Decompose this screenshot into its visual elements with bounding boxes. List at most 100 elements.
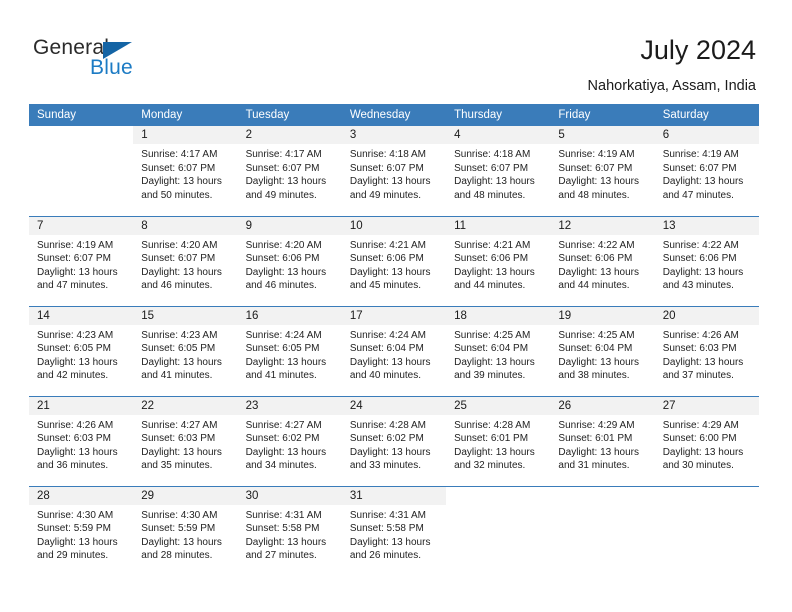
calendar-day-cell[interactable]: 17 Sunrise: 4:24 AM Sunset: 6:04 PM Dayligh… (341, 305, 447, 396)
sunrise-time: Sunrise: 4:22 AM (662, 239, 739, 251)
day-number: 9 (237, 216, 342, 235)
day-cell-content: 26 Sunrise: 4:29 AM Sunset: 6:01 PM Dayligh… (550, 396, 655, 485)
daylight-duration-line2: and 33 minutes. (349, 460, 422, 472)
calendar-day-cell[interactable]: 12 Sunrise: 4:22 AM Sunset: 6:06 PM Dayligh… (550, 215, 655, 306)
calendar-day-cell[interactable]: 27 Sunrise: 4:29 AM Sunset: 6:00 PM Dayligh… (654, 395, 759, 486)
daylight-duration-line1: Daylight: 13 hours (141, 266, 222, 278)
calendar-day-cell[interactable]: 19 Sunrise: 4:25 AM Sunset: 6:04 PM Dayligh… (550, 305, 655, 396)
sun-info: Sunrise: 4:22 AM Sunset: 6:06 PM Daylight:… (655, 235, 759, 293)
calendar-day-cell[interactable]: 15 Sunrise: 4:23 AM Sunset: 6:05 PM Dayligh… (133, 305, 238, 396)
calendar-cell-empty (654, 485, 759, 576)
calendar-day-cell[interactable]: 13 Sunrise: 4:22 AM Sunset: 6:06 PM Dayligh… (654, 215, 759, 306)
calendar-day-cell[interactable]: 25 Sunrise: 4:28 AM Sunset: 6:01 PM Dayligh… (446, 395, 551, 486)
day-number: 6 (654, 126, 759, 144)
calendar-day-cell[interactable]: 26 Sunrise: 4:29 AM Sunset: 6:01 PM Dayligh… (550, 395, 655, 486)
sunset-time: Sunset: 6:04 PM (558, 343, 633, 355)
sunrise-time: Sunrise: 4:23 AM (141, 329, 218, 341)
sunrise-time: Sunrise: 4:20 AM (141, 239, 218, 251)
calendar-day-cell[interactable]: 6 Sunrise: 4:19 AM Sunset: 6:07 PM Daylight… (654, 126, 759, 216)
sun-info: Sunrise: 4:29 AM Sunset: 6:01 PM Daylight:… (550, 415, 654, 473)
calendar-day-cell[interactable]: 7 Sunrise: 4:19 AM Sunset: 6:07 PM Daylight… (29, 215, 134, 306)
day-number: 12 (550, 216, 655, 235)
day-cell-content: 7 Sunrise: 4:19 AM Sunset: 6:07 PM Daylight… (29, 216, 134, 305)
sunrise-time: Sunrise: 4:24 AM (349, 329, 426, 341)
calendar-page: General Blue July 2024 Nahorkatiya, Assa… (0, 0, 792, 612)
day-cell-content: 22 Sunrise: 4:27 AM Sunset: 6:03 PM Dayligh… (133, 396, 238, 485)
day-cell-content: 21 Sunrise: 4:26 AM Sunset: 6:03 PM Dayligh… (29, 396, 134, 485)
calendar-day-cell[interactable]: 5 Sunrise: 4:19 AM Sunset: 6:07 PM Daylight… (550, 126, 655, 216)
sunrise-time: Sunrise: 4:30 AM (141, 509, 218, 521)
sun-info: Sunrise: 4:28 AM Sunset: 6:02 PM Daylight:… (342, 415, 446, 473)
sunset-time: Sunset: 6:06 PM (662, 253, 737, 265)
daylight-duration-line2: and 48 minutes. (558, 189, 630, 201)
calendar-day-cell[interactable]: 1 Sunrise: 4:17 AM Sunset: 6:07 PM Daylight… (133, 126, 238, 216)
calendar-week-row: 7 Sunrise: 4:19 AM Sunset: 6:07 PM Daylight… (29, 215, 759, 306)
sunrise-time: Sunrise: 4:18 AM (454, 149, 531, 160)
daylight-duration-line1: Daylight: 13 hours (245, 266, 327, 278)
sun-info: Sunrise: 4:19 AM Sunset: 6:07 PM Daylight:… (29, 235, 133, 293)
calendar-day-cell[interactable]: 9 Sunrise: 4:20 AM Sunset: 6:06 PM Daylight… (237, 215, 342, 306)
calendar-day-cell[interactable]: 18 Sunrise: 4:25 AM Sunset: 6:04 PM Dayligh… (446, 305, 551, 396)
sunrise-time: Sunrise: 4:20 AM (245, 239, 322, 251)
day-number: 29 (133, 486, 238, 505)
day-cell-content: 16 Sunrise: 4:24 AM Sunset: 6:05 PM Dayligh… (237, 306, 342, 395)
calendar-day-cell[interactable]: 30 Sunrise: 4:31 AM Sunset: 5:58 PM Dayligh… (237, 485, 342, 576)
day-cell-content: 5 Sunrise: 4:19 AM Sunset: 6:07 PM Daylight… (550, 126, 655, 214)
day-number: 26 (550, 396, 655, 415)
calendar-day-cell[interactable]: 10 Sunrise: 4:21 AM Sunset: 6:06 PM Dayligh… (341, 215, 447, 306)
calendar-day-cell[interactable]: 24 Sunrise: 4:28 AM Sunset: 6:02 PM Dayligh… (341, 395, 447, 486)
daylight-duration-line2: and 30 minutes. (662, 460, 734, 472)
weekday-header-saturday: Saturday (654, 104, 759, 126)
daylight-duration-line2: and 44 minutes. (558, 280, 630, 292)
calendar-day-cell[interactable]: 14 Sunrise: 4:23 AM Sunset: 6:05 PM Dayligh… (29, 305, 134, 396)
sunrise-time: Sunrise: 4:30 AM (37, 509, 114, 521)
calendar-day-cell[interactable]: 20 Sunrise: 4:26 AM Sunset: 6:03 PM Dayligh… (654, 305, 759, 396)
daylight-duration-line2: and 40 minutes. (349, 370, 422, 382)
sun-info: Sunrise: 4:25 AM Sunset: 6:04 PM Daylight:… (550, 325, 654, 383)
calendar-day-cell[interactable]: 3 Sunrise: 4:18 AM Sunset: 6:07 PM Daylight… (341, 126, 447, 216)
daylight-duration-line1: Daylight: 13 hours (662, 176, 744, 188)
sun-info: Sunrise: 4:17 AM Sunset: 6:07 PM Daylight:… (238, 144, 342, 202)
calendar-week-row: 28 Sunrise: 4:30 AM Sunset: 5:59 PM Dayligh… (29, 485, 759, 576)
calendar-day-cell[interactable]: 8 Sunrise: 4:20 AM Sunset: 6:07 PM Daylight… (133, 215, 238, 306)
sun-info: Sunrise: 4:27 AM Sunset: 6:02 PM Daylight:… (238, 415, 342, 473)
calendar-day-cell[interactable]: 22 Sunrise: 4:27 AM Sunset: 6:03 PM Dayligh… (133, 395, 238, 486)
day-cell-content: 6 Sunrise: 4:19 AM Sunset: 6:07 PM Daylight… (654, 126, 759, 214)
day-cell-content: 12 Sunrise: 4:22 AM Sunset: 6:06 PM Dayligh… (550, 216, 655, 305)
calendar-day-cell[interactable]: 16 Sunrise: 4:24 AM Sunset: 6:05 PM Dayligh… (237, 305, 342, 396)
calendar-day-cell[interactable]: 11 Sunrise: 4:21 AM Sunset: 6:06 PM Dayligh… (446, 215, 551, 306)
calendar-day-cell[interactable]: 4 Sunrise: 4:18 AM Sunset: 6:07 PM Daylight… (446, 126, 551, 216)
day-cell-content: 27 Sunrise: 4:29 AM Sunset: 6:00 PM Dayligh… (654, 396, 759, 485)
sunset-time: Sunset: 6:07 PM (349, 162, 424, 174)
calendar-day-cell[interactable]: 21 Sunrise: 4:26 AM Sunset: 6:03 PM Dayligh… (29, 395, 134, 486)
sunset-time: Sunset: 6:05 PM (245, 343, 320, 355)
sunrise-time: Sunrise: 4:31 AM (245, 509, 322, 521)
daylight-duration-line1: Daylight: 13 hours (141, 446, 222, 458)
daylight-duration-line1: Daylight: 13 hours (454, 356, 535, 368)
calendar-cell-empty (29, 126, 134, 216)
sunset-time: Sunset: 6:07 PM (662, 162, 737, 174)
sunset-time: Sunset: 5:59 PM (141, 523, 216, 535)
daylight-duration-line1: Daylight: 13 hours (245, 536, 327, 548)
day-cell-content (654, 486, 759, 575)
sun-info: Sunrise: 4:20 AM Sunset: 6:07 PM Daylight:… (133, 235, 237, 293)
sun-info: Sunrise: 4:20 AM Sunset: 6:06 PM Daylight:… (238, 235, 342, 293)
day-cell-content: 18 Sunrise: 4:25 AM Sunset: 6:04 PM Dayligh… (446, 306, 551, 395)
day-number: 5 (550, 126, 655, 144)
sunrise-time: Sunrise: 4:21 AM (454, 239, 531, 251)
calendar-day-cell[interactable]: 29 Sunrise: 4:30 AM Sunset: 5:59 PM Dayligh… (133, 485, 238, 576)
sun-info: Sunrise: 4:18 AM Sunset: 6:07 PM Daylight:… (446, 144, 550, 202)
sunrise-time: Sunrise: 4:31 AM (349, 509, 426, 521)
daylight-duration-line1: Daylight: 13 hours (141, 176, 222, 188)
weekday-header-monday: Monday (133, 104, 238, 126)
sunset-time: Sunset: 6:03 PM (662, 343, 737, 355)
sunrise-time: Sunrise: 4:28 AM (349, 419, 426, 431)
weekday-header-friday: Friday (550, 104, 655, 126)
calendar-day-cell[interactable]: 23 Sunrise: 4:27 AM Sunset: 6:02 PM Dayligh… (237, 395, 342, 486)
day-cell-content: 17 Sunrise: 4:24 AM Sunset: 6:04 PM Dayligh… (341, 306, 447, 395)
calendar-day-cell[interactable]: 28 Sunrise: 4:30 AM Sunset: 5:59 PM Dayligh… (29, 485, 134, 576)
daylight-duration-line2: and 50 minutes. (141, 189, 213, 201)
day-number: 16 (237, 306, 342, 325)
calendar-day-cell[interactable]: 31 Sunrise: 4:31 AM Sunset: 5:58 PM Dayligh… (341, 485, 447, 576)
calendar-day-cell[interactable]: 2 Sunrise: 4:17 AM Sunset: 6:07 PM Daylight… (237, 126, 342, 216)
